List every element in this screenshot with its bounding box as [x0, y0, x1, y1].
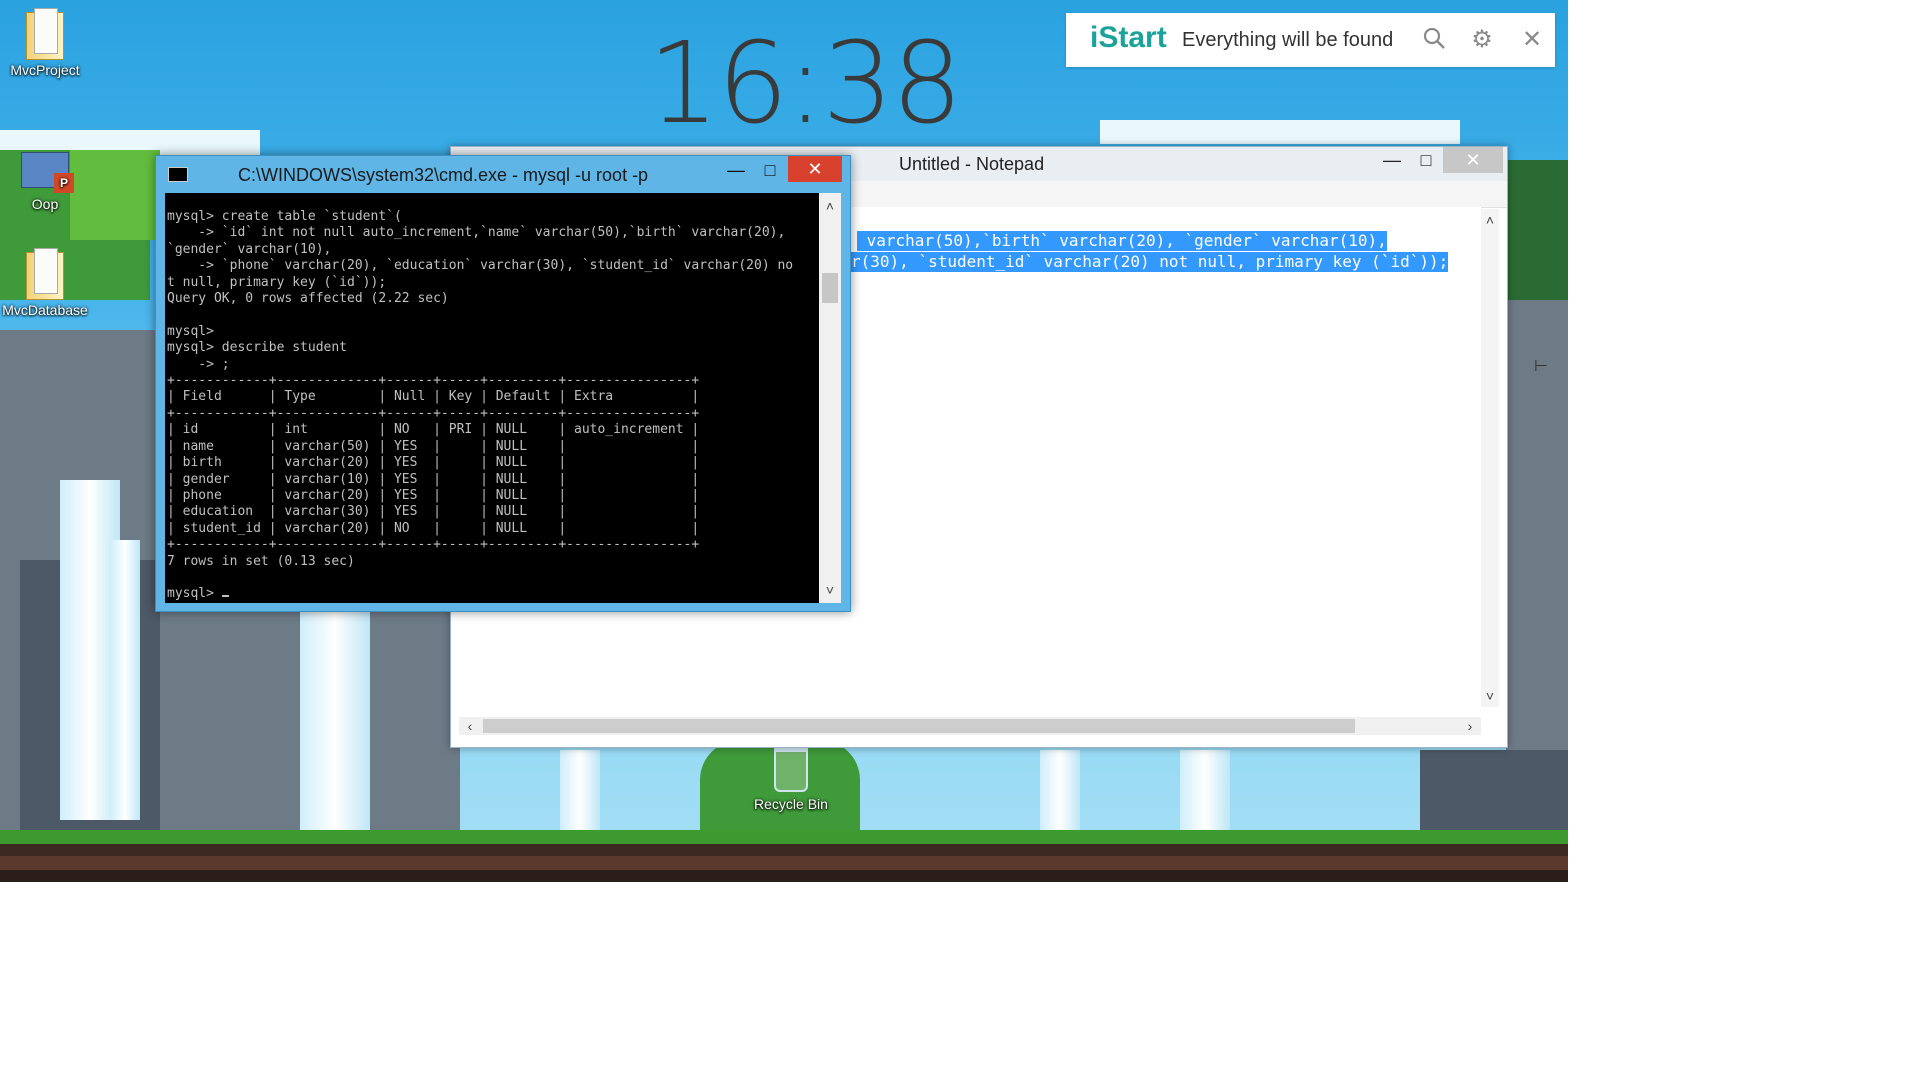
console-line: | education | varchar(30) | YES | | NULL…: [167, 504, 700, 520]
scroll-left-icon[interactable]: ‹: [461, 717, 479, 735]
desktop-icon-mvcproject[interactable]: MvcProject: [0, 6, 90, 78]
recycle-bin-icon: [774, 748, 808, 792]
console-line: +------------+-------------+------+-----…: [167, 373, 700, 389]
console-line: +------------+-------------+------+-----…: [167, 537, 700, 553]
scrollbar-thumb[interactable]: [822, 273, 838, 303]
maximize-button[interactable]: □: [752, 158, 788, 182]
console-line: Query OK, 0 rows affected (2.22 sec): [167, 291, 449, 307]
console-line: | id | int | NO | PRI | NULL | auto_incr…: [167, 422, 700, 438]
cmd-window[interactable]: C:\WINDOWS\system32\cmd.exe - mysql -u r…: [155, 155, 851, 612]
maximize-button[interactable]: □: [1411, 147, 1441, 173]
console-output[interactable]: mysql> create table `student`( -> `id` i…: [165, 193, 819, 603]
cmd-titlebar[interactable]: C:\WINDOWS\system32\cmd.exe - mysql -u r…: [156, 156, 850, 190]
console-line: | Field | Type | Null | Key | Default | …: [167, 389, 700, 405]
minimize-button[interactable]: —: [1377, 147, 1407, 173]
console-line: | name | varchar(50) | YES | | NULL | |: [167, 438, 700, 454]
horizontal-scrollbar[interactable]: ‹ ›: [459, 717, 1481, 735]
console-line: -> `id` int not null auto_increment,`nam…: [167, 225, 786, 241]
console-line: `gender` varchar(10),: [167, 241, 332, 257]
scroll-up-icon[interactable]: ˄: [1481, 211, 1499, 229]
console-text: mysql> create table `student`( -> `id` i…: [165, 193, 819, 603]
console-line: -> `phone` varchar(20), `education` varc…: [167, 258, 794, 274]
desktop-icon-label: MvcProject: [10, 62, 80, 78]
notepad-title: Untitled - Notepad: [899, 154, 1045, 174]
console-line: t null, primary key (`id`));: [167, 274, 387, 290]
vertical-scrollbar[interactable]: ˄ ˅: [819, 193, 841, 603]
scroll-up-icon[interactable]: ˄: [821, 197, 839, 215]
console-line: | gender | varchar(10) | YES | | NULL | …: [167, 471, 700, 487]
istart-search-input[interactable]: Everything will be found: [1182, 29, 1393, 52]
console-line: mysql>: [167, 586, 222, 602]
console-line: mysql> describe student: [167, 340, 348, 356]
desktop-icon-recycle-bin[interactable]: Recycle Bin: [746, 748, 836, 812]
scrollbar-thumb[interactable]: [483, 719, 1355, 733]
istart-logo: iStart: [1090, 21, 1167, 54]
minimize-button[interactable]: —: [718, 158, 754, 182]
console-line: | phone | varchar(20) | YES | | NULL | |: [167, 487, 700, 503]
wallpaper-waterfall: [110, 540, 140, 820]
wallpaper-cloud: [1100, 120, 1460, 144]
console-line: mysql> create table `student`(: [167, 209, 402, 224]
folder-icon: [24, 6, 66, 60]
desktop-icon-label: Oop: [31, 196, 59, 212]
desktop-icon-oop[interactable]: P Oop: [0, 144, 90, 212]
close-button[interactable]: ✕: [1443, 147, 1503, 173]
text-cursor: [221, 595, 229, 598]
wallpaper-cliff: [1420, 750, 1568, 830]
desktop-icon-mvcdatabase[interactable]: MvcDatabase: [0, 246, 90, 318]
wallpaper-waterfall: [560, 750, 600, 830]
search-icon[interactable]: [1420, 26, 1448, 54]
folder-icon: [24, 246, 66, 300]
console-line: | birth | varchar(20) | YES | | NULL | |: [167, 455, 700, 471]
console-line: -> ;: [167, 356, 230, 372]
scroll-right-icon[interactable]: ›: [1461, 717, 1479, 735]
scroll-down-icon[interactable]: ˅: [821, 581, 839, 599]
wallpaper-waterfall: [300, 610, 370, 830]
selected-text-line: varchar(50),`birth` varchar(20), `gender…: [857, 231, 1387, 251]
desktop-icon-label: Recycle Bin: [754, 796, 828, 812]
close-button[interactable]: ✕: [788, 156, 842, 182]
desktop-icon-label: MvcDatabase: [2, 302, 88, 318]
console-line: mysql>: [167, 323, 214, 339]
console-line: +------------+-------------+------+-----…: [167, 405, 700, 421]
wallpaper-waterfall: [1040, 750, 1080, 830]
powerpoint-file-icon: P: [21, 152, 74, 193]
wallpaper-ground: [0, 830, 1568, 882]
scroll-down-icon[interactable]: ˅: [1481, 687, 1499, 705]
pin-icon: ⊢: [1534, 358, 1548, 375]
wallpaper-foliage: [1506, 160, 1568, 300]
desktop-clock: 16:38: [648, 19, 963, 149]
vertical-scrollbar[interactable]: ˄ ˅: [1481, 209, 1499, 707]
console-icon: [168, 167, 188, 182]
cmd-title: C:\WINDOWS\system32\cmd.exe - mysql -u r…: [238, 165, 649, 185]
console-line: | student_id | varchar(20) | NO | | NULL…: [167, 520, 700, 536]
selected-text-line: r(30), `student_id` varchar(20) not null…: [851, 252, 1449, 272]
istart-search-bar[interactable]: iStart Everything will be found ⚙ ✕: [1066, 13, 1555, 67]
console-line: 7 rows in set (0.13 sec): [167, 553, 355, 569]
gear-icon[interactable]: ⚙: [1468, 26, 1496, 54]
close-icon[interactable]: ✕: [1518, 26, 1546, 54]
wallpaper-waterfall: [1180, 750, 1230, 830]
